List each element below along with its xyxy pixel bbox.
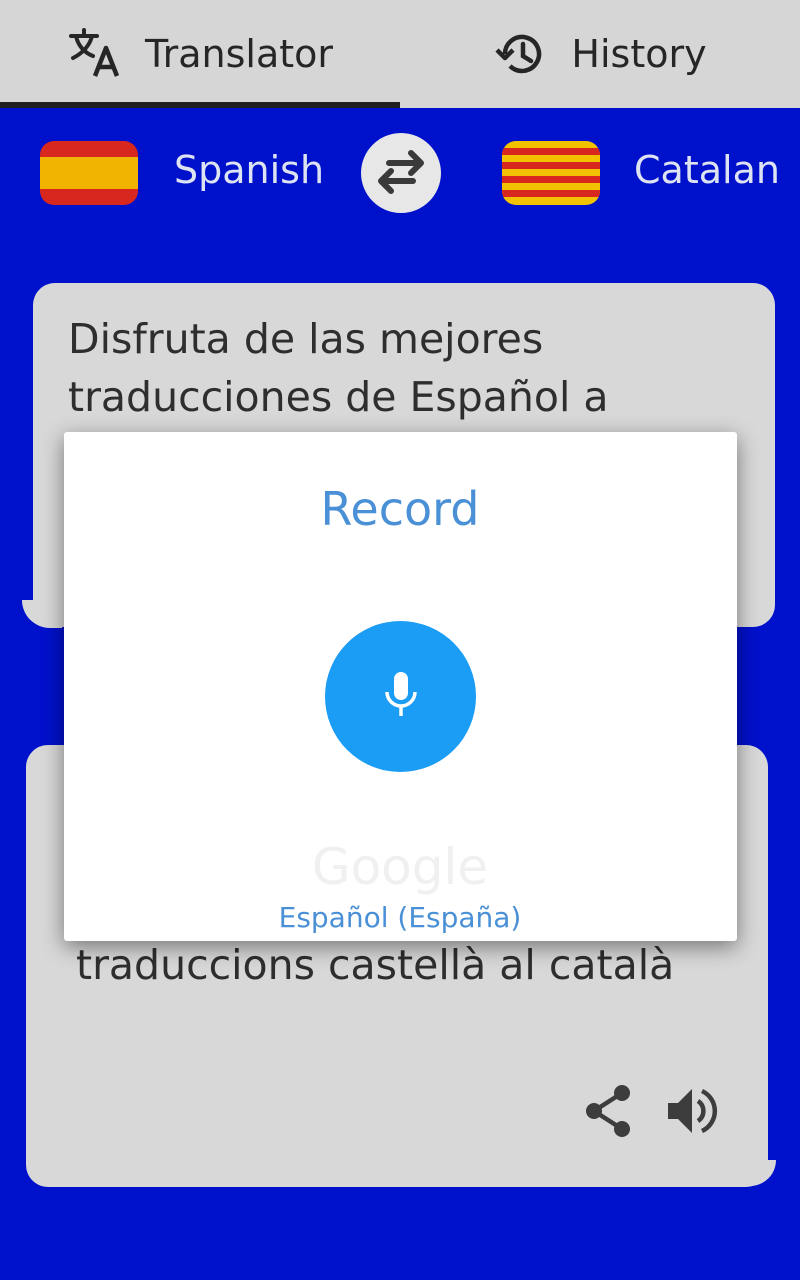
target-language-label[interactable]: Catalan [634, 148, 780, 192]
dialog-language[interactable]: Español (España) [0, 901, 800, 934]
tab-indicator [0, 102, 400, 108]
source-language-label[interactable]: Spanish [174, 148, 324, 192]
share-icon[interactable] [580, 1083, 636, 1139]
history-icon [493, 26, 549, 82]
tab-translator-label: Translator [144, 32, 334, 76]
dialog-title: Record [320, 482, 480, 536]
tab-history[interactable]: History [400, 0, 800, 108]
record-mic-button[interactable] [325, 621, 476, 772]
catalonia-flag[interactable] [502, 141, 600, 205]
google-watermark: Google [311, 838, 489, 896]
translated-text: traduccions castellà al català [76, 941, 675, 989]
swap-icon [371, 141, 431, 205]
tab-history-label: History [571, 32, 707, 76]
spain-flag[interactable] [40, 141, 138, 205]
tab-translator[interactable]: Translator [0, 0, 400, 108]
source-text[interactable]: Disfruta de las mejores traducciones de … [68, 310, 748, 426]
translate-icon [67, 26, 123, 82]
microphone-icon [381, 670, 421, 724]
swap-languages-button[interactable] [361, 133, 441, 213]
speaker-icon[interactable] [664, 1083, 720, 1139]
tab-bar: Translator History [0, 0, 800, 108]
